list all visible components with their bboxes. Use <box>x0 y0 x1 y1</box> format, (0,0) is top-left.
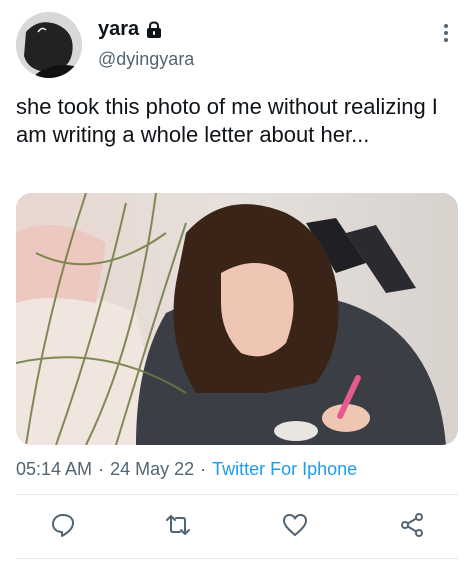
tweet-date[interactable]: 24 May 22 <box>110 459 194 479</box>
tweet-text: she took this photo of me without realiz… <box>16 94 438 147</box>
user-handle[interactable]: @dyingyara <box>98 48 194 70</box>
tweet-actions <box>0 505 474 545</box>
tweet-meta: 05:14 AM · 24 May 22 · Twitter For Iphone <box>16 458 357 480</box>
meta-separator: · <box>200 459 207 479</box>
meta-separator: · <box>98 459 105 479</box>
lock-icon <box>145 20 163 38</box>
divider <box>16 558 458 559</box>
display-name-text: yara <box>98 18 140 40</box>
like-icon <box>283 514 307 536</box>
reply-button[interactable] <box>43 505 83 545</box>
divider <box>16 494 458 495</box>
like-button[interactable] <box>275 505 315 545</box>
avatar[interactable] <box>16 12 82 78</box>
share-icon <box>401 513 423 537</box>
retweet-button[interactable] <box>158 505 198 545</box>
reply-icon <box>52 514 74 537</box>
tweet-time[interactable]: 05:14 AM <box>16 459 92 479</box>
retweet-icon <box>166 515 190 535</box>
tweet-photo[interactable] <box>16 193 458 445</box>
display-name[interactable]: yara <box>98 16 163 42</box>
share-button[interactable] <box>392 505 432 545</box>
tweet-source-link[interactable]: Twitter For Iphone <box>212 459 357 479</box>
more-vertical-icon[interactable] <box>440 22 452 44</box>
